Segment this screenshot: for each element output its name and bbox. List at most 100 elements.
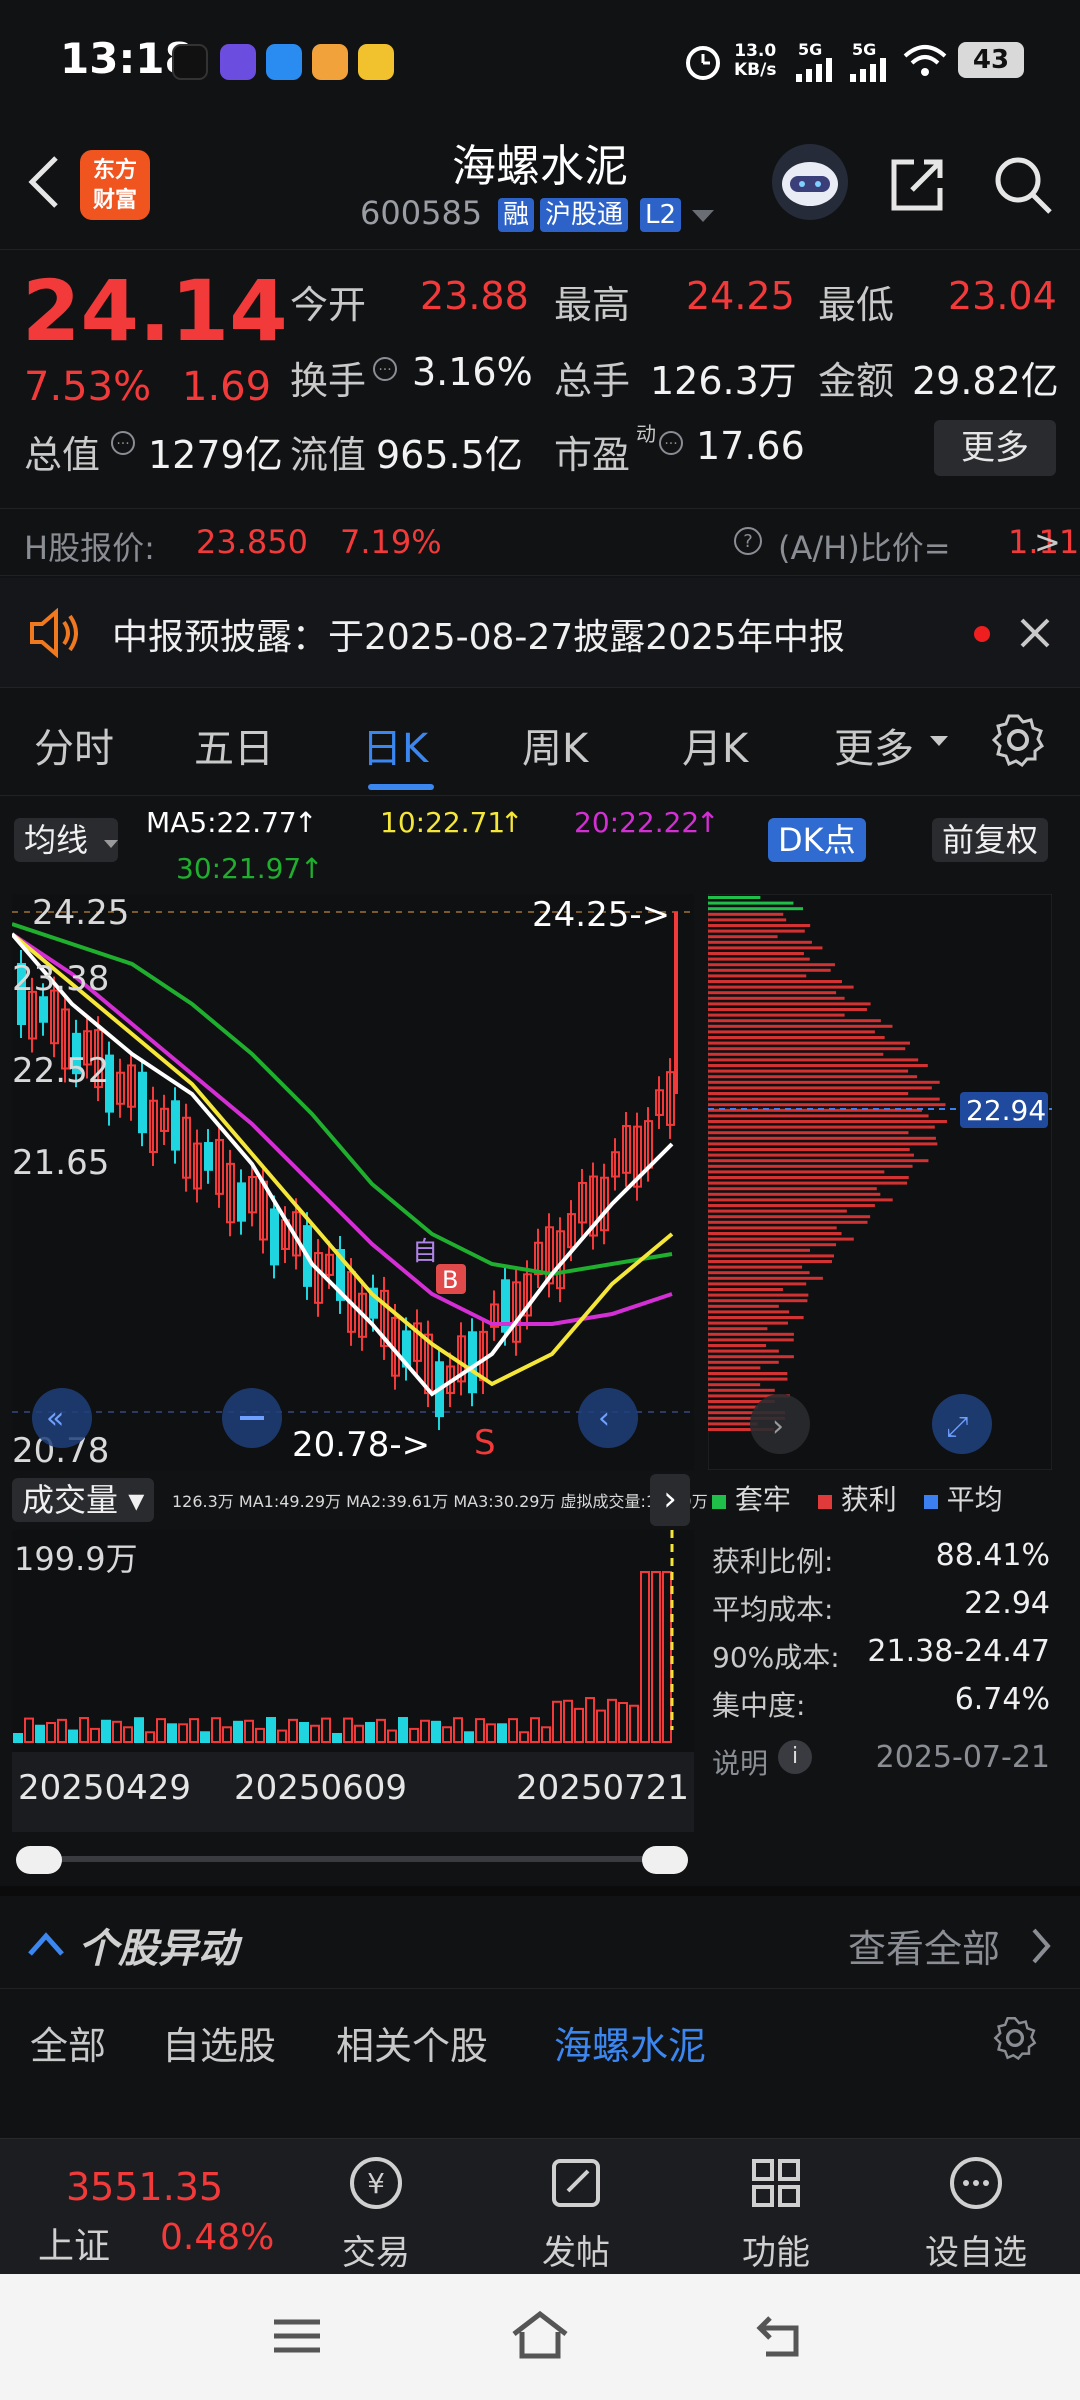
range-scroller[interactable] <box>16 1846 688 1874</box>
chip-bar <box>708 935 778 939</box>
tab-daily-k[interactable]: 日K <box>362 716 428 774</box>
range-handle-right[interactable] <box>642 1846 688 1874</box>
app-icon <box>358 44 394 80</box>
chip-bar <box>708 1142 938 1146</box>
chip-bar <box>708 1220 868 1224</box>
chip-bar <box>708 1092 909 1095</box>
chip-bar <box>708 1148 910 1151</box>
chip-bar <box>708 1383 761 1387</box>
gear-icon[interactable] <box>992 2015 1038 2061</box>
chip-bar <box>708 996 845 1000</box>
chip-bar <box>708 1069 909 1073</box>
avg-cost-tag: 22.94 <box>966 1094 1046 1127</box>
subtab-all[interactable]: 全部 <box>30 2015 106 2070</box>
nav-post[interactable]: 发帖 <box>486 2139 666 2275</box>
chip-bar <box>708 1377 788 1381</box>
h-share-row[interactable]: H股报价: 23.850 7.19% ? (A/H)比价= 1.11 > <box>0 508 1080 576</box>
nav-add-watchlist[interactable]: 设自选 <box>886 2139 1066 2275</box>
ai-assistant-avatar[interactable] <box>772 144 848 220</box>
pe-label: 市盈 <box>554 433 631 477</box>
chip-bar <box>708 1192 881 1196</box>
search-icon[interactable] <box>990 152 1056 218</box>
chevron-right-icon[interactable] <box>1030 1926 1052 1966</box>
volume-bar <box>233 1720 243 1744</box>
index-ticker[interactable]: 3551.35 上证 0.48% <box>0 2139 300 2275</box>
volume-chart[interactable]: 199.9万 <box>12 1530 694 1752</box>
chip-bar <box>708 974 807 978</box>
subtab-related[interactable]: 相关个股 <box>336 2015 488 2070</box>
back-icon[interactable] <box>22 152 66 212</box>
l2-tag: L2 <box>640 198 682 232</box>
dk-point-button[interactable]: DK点 <box>768 818 866 862</box>
grid-icon <box>752 2159 800 2207</box>
signal-icon <box>796 58 832 82</box>
share-icon[interactable] <box>884 152 950 218</box>
chevron-right-icon[interactable]: › <box>650 1474 690 1526</box>
info-icon[interactable]: ··· <box>110 430 136 456</box>
stock-name: 海螺水泥 <box>452 141 628 192</box>
low-marker: 20.78-> <box>292 1425 430 1465</box>
view-all-link[interactable]: 查看全部 <box>848 1918 1000 1973</box>
back-nav-icon[interactable] <box>756 2314 806 2358</box>
period-tabs: 分时 五日 日K 周K 月K 更多 <box>0 688 1080 796</box>
notice-banner[interactable]: 中报预披露：于2025-08-27披露2025年中报 <box>0 578 1080 688</box>
adjust-button[interactable]: 前复权 <box>932 818 1049 862</box>
h-share-pct: 7.19% <box>340 523 442 561</box>
chip-bar <box>708 1232 842 1235</box>
tab-weekly-k[interactable]: 周K <box>522 716 588 774</box>
chip-distribution-chart[interactable]: 22.94 › ⤢ <box>707 893 1053 1471</box>
subtab-watchlist[interactable]: 自选股 <box>162 2015 276 2070</box>
tab-monthly-k[interactable]: 月K <box>682 716 748 774</box>
chip-bar <box>708 1002 871 1006</box>
nav-functions[interactable]: 功能 <box>686 2139 866 2275</box>
chip-bar <box>708 1248 810 1252</box>
chip-bar <box>708 1047 906 1051</box>
tab-5day[interactable]: 五日 <box>194 716 274 774</box>
stock-header: 东方 财富 海螺水泥 600585 融 沪股通 L2 <box>0 122 1080 250</box>
chip-bar <box>708 1282 807 1286</box>
help-icon[interactable]: ? <box>732 525 764 557</box>
chip-bar <box>708 1405 758 1409</box>
close-icon[interactable] <box>1018 616 1052 650</box>
more-quote-button[interactable]: 更多 <box>934 420 1056 476</box>
chip-bar <box>708 968 831 972</box>
chip-bar <box>708 1293 809 1297</box>
self-marker: 自 <box>412 1237 438 1267</box>
info-icon[interactable]: ··· <box>658 430 684 456</box>
date-label: 20250429 <box>18 1768 192 1808</box>
candlestick-chart[interactable]: 24.25 23.38 22.52 21.65 20.78 24.25-> 20… <box>10 893 694 1471</box>
volume-selector[interactable]: 成交量 ▾ <box>12 1478 155 1522</box>
nav-trade[interactable]: ¥ 交易 <box>286 2139 466 2275</box>
volume-bar <box>35 1724 45 1744</box>
info-icon[interactable]: i <box>778 1740 812 1774</box>
chip-bar <box>708 1103 946 1107</box>
chip-bar <box>708 1388 775 1392</box>
app-logo[interactable]: 东方 财富 <box>80 150 150 220</box>
amount-value: 29.82亿 <box>912 359 1059 403</box>
volume-bar <box>266 1717 276 1743</box>
y-tick: 24.25 <box>32 894 129 933</box>
active-tab-indicator <box>368 784 434 790</box>
chip-bar <box>708 1372 788 1375</box>
chevron-up-icon[interactable] <box>26 1930 66 1958</box>
ah-ratio-label: (A/H)比价= <box>778 529 951 567</box>
tab-more[interactable]: 更多 <box>834 716 914 774</box>
chip-bar <box>708 1052 884 1056</box>
home-icon[interactable] <box>510 2310 570 2360</box>
chevron-down-icon[interactable] <box>692 210 714 224</box>
ma-selector[interactable]: 均线 <box>14 818 119 862</box>
low-value: 23.04 <box>948 274 1057 318</box>
subtab-this-stock[interactable]: 海螺水泥 <box>554 2015 706 2070</box>
info-icon[interactable]: ··· <box>372 356 398 382</box>
index-pct: 0.48% <box>160 2217 275 2258</box>
y-tick: 21.65 <box>12 1143 109 1183</box>
chip-bar <box>708 1299 808 1303</box>
range-handle-left[interactable] <box>16 1846 62 1874</box>
menu-icon[interactable] <box>272 2316 322 2356</box>
tab-intraday[interactable]: 分时 <box>34 716 114 774</box>
pe-value: 17.66 <box>696 424 805 468</box>
date-axis: 20250429 20250609 20250721 <box>12 1752 694 1832</box>
amount-label: 金额 <box>818 359 895 403</box>
chip-bar <box>708 957 810 961</box>
gear-icon[interactable] <box>990 712 1046 768</box>
